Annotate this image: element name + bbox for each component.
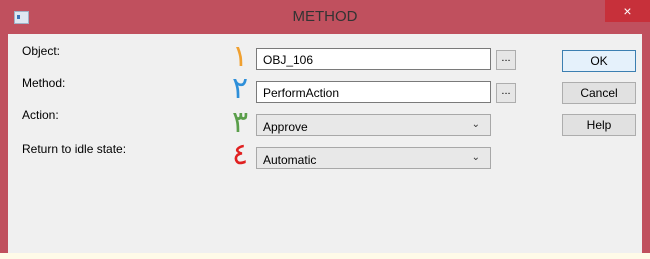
method-browse-button[interactable]: ... [496,83,516,103]
object-label: Object: [22,44,61,58]
ok-button[interactable]: OK [562,50,636,72]
close-button[interactable]: × [605,0,650,22]
marker-number-2: ٢ [231,71,249,106]
object-field[interactable]: OBJ_106 [256,48,491,70]
window-bottom-edge [0,253,650,259]
chevron-down-icon: ⌄ [471,152,480,163]
method-label: Method: [22,76,66,90]
action-label: Action: [22,108,59,122]
return-idle-select[interactable]: Automatic ⌄ [256,147,491,169]
method-field[interactable]: PerformAction [256,81,491,103]
return-idle-select-value: Automatic [263,153,317,167]
marker-number-4: ٤ [231,137,249,172]
title-bar: METHOD × [0,0,650,34]
action-select-value: Approve [263,120,308,134]
help-button[interactable]: Help [562,114,636,136]
method-dialog: METHOD × Object: ١ OBJ_106 ... Method: ٢… [0,0,650,259]
action-select[interactable]: Approve ⌄ [256,114,491,136]
return-idle-label: Return to idle state: [22,142,127,156]
cancel-button[interactable]: Cancel [562,82,636,104]
window-title: METHOD [292,8,358,25]
object-browse-button[interactable]: ... [496,50,516,70]
chevron-down-icon: ⌄ [471,119,480,130]
marker-number-3: ٣ [231,105,249,140]
marker-number-1: ١ [231,39,249,74]
